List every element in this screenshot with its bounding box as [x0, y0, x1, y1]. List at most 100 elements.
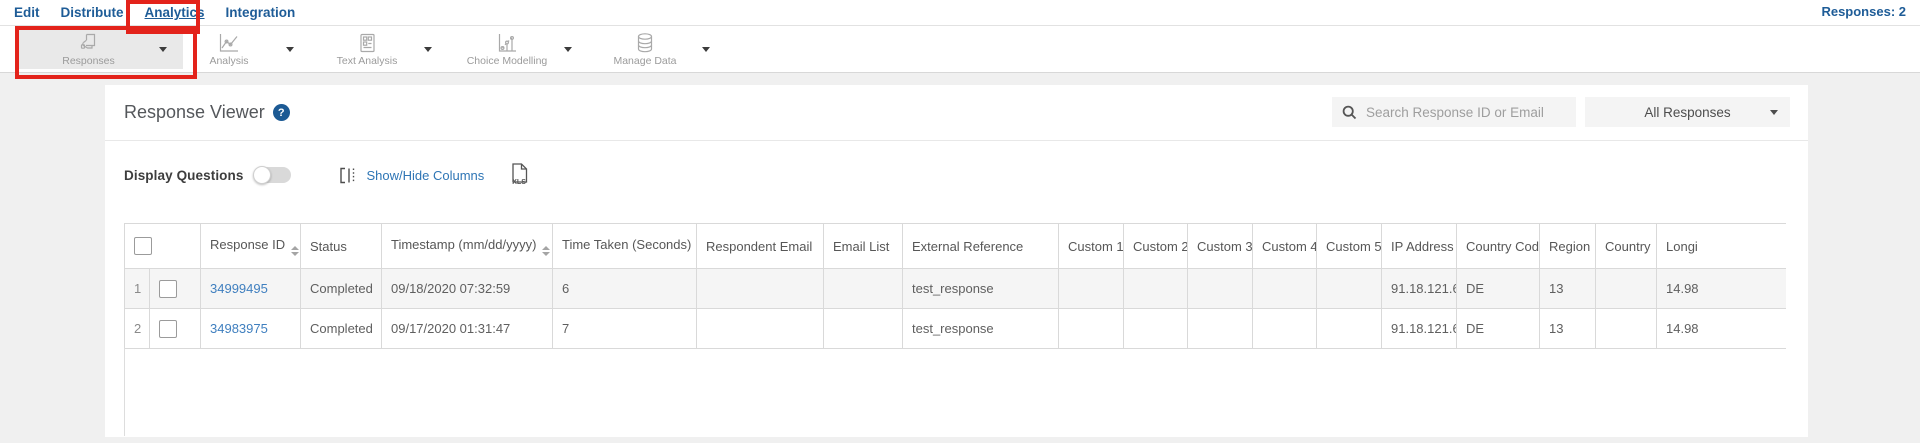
chevron-down-icon[interactable] [159, 47, 167, 52]
table-cell: 34999495 [201, 269, 301, 309]
table-cell [697, 269, 824, 309]
table-cell [1596, 269, 1657, 309]
column-header: Status [301, 224, 382, 269]
search-icon [1342, 105, 1357, 120]
responses-table: Response IDStatusTimestamp (mm/dd/yyyy)T… [124, 223, 1786, 349]
table-left-border-extension [124, 348, 125, 436]
select-all-cell [125, 224, 201, 269]
table-cell: test_response [903, 309, 1059, 349]
table-cell [1059, 269, 1124, 309]
table-cell [1188, 269, 1253, 309]
table-row: 1 34999495 Completed09/18/2020 07:32:596 te… [125, 269, 1787, 309]
column-header: Custom 2 [1124, 224, 1188, 269]
card-header: Response Viewer ? All Responses [105, 85, 1808, 141]
column-header: Region [1540, 224, 1596, 269]
manage-data-icon [634, 32, 656, 54]
show-hide-columns-label: Show/Hide Columns [366, 168, 484, 183]
column-header: IP Address [1382, 224, 1457, 269]
table-cell [1317, 309, 1382, 349]
row-number: 1 [125, 269, 150, 309]
response-id-link[interactable]: 34999495 [210, 281, 268, 296]
table-cell [1059, 309, 1124, 349]
table-row: 234983975Completed09/17/2020 01:31:477te… [125, 309, 1787, 349]
table-cell: DE [1457, 309, 1540, 349]
toolbar-button-label: Analysis [209, 55, 248, 67]
column-header: Country [1596, 224, 1657, 269]
column-header[interactable]: Timestamp (mm/dd/yyyy) [382, 224, 553, 269]
nav-tab-edit[interactable]: Edit [14, 5, 40, 20]
responses-count-label: Responses: 2 [1821, 4, 1906, 19]
toolbar-button-text-analysis[interactable]: Text Analysis [310, 29, 448, 69]
table-cell: 14.98 [1657, 269, 1787, 309]
toolbar-button-responses[interactable]: Responses [18, 29, 183, 69]
analysis-icon [217, 32, 241, 54]
toolbar-button-manage-data[interactable]: Manage Data [588, 29, 726, 69]
analytics-toolbar: Responses Analysis [0, 26, 1920, 73]
sort-icon [291, 246, 299, 256]
display-questions-label: Display Questions [124, 168, 243, 183]
toolbar-button-label: Text Analysis [337, 55, 398, 67]
top-navigation: Edit Distribute Analytics Integration Re… [0, 0, 1920, 26]
nav-tab-integration[interactable]: Integration [226, 5, 296, 20]
response-viewer-card: Response Viewer ? All Responses Display … [105, 85, 1808, 437]
table-cell: test_response [903, 269, 1059, 309]
table-cell: 7 [553, 309, 697, 349]
table-cell [1124, 269, 1188, 309]
row-checkbox-cell [150, 309, 201, 349]
table-cell [824, 309, 903, 349]
responses-icon [77, 32, 101, 54]
toolbar-button-label: Manage Data [613, 55, 676, 67]
show-hide-columns-button[interactable]: Show/Hide Columns [339, 167, 484, 184]
table-cell [1124, 309, 1188, 349]
row-checkbox[interactable] [159, 280, 177, 298]
toolbar-button-analysis[interactable]: Analysis [172, 29, 310, 69]
search-input[interactable] [1364, 104, 1576, 121]
column-header: Custom 1 [1059, 224, 1124, 269]
table-cell: 13 [1540, 309, 1596, 349]
table-cell: 13 [1540, 269, 1596, 309]
table-cell: 6 [553, 269, 697, 309]
row-checkbox[interactable] [159, 320, 177, 338]
chevron-down-icon[interactable] [286, 47, 294, 52]
display-questions-toggle[interactable] [255, 167, 291, 183]
column-header[interactable]: Time Taken (Seconds) [553, 224, 697, 269]
chevron-down-icon[interactable] [702, 47, 710, 52]
column-header: Custom 3 [1188, 224, 1253, 269]
table-controls: Display Questions Show/Hide Columns XLS [124, 157, 529, 193]
table-cell: 09/18/2020 07:32:59 [382, 269, 553, 309]
column-header: External Reference [903, 224, 1059, 269]
table-cell [1317, 269, 1382, 309]
table-cell [1253, 309, 1317, 349]
sort-icon [542, 246, 550, 256]
page-title: Response Viewer [124, 102, 265, 123]
columns-icon [339, 167, 358, 184]
text-analysis-icon [356, 32, 378, 54]
filter-selected-label: All Responses [1644, 105, 1730, 120]
table-cell: Completed [301, 269, 382, 309]
nav-tab-analytics[interactable]: Analytics [145, 5, 205, 20]
search-box [1332, 97, 1576, 127]
help-icon[interactable]: ? [273, 104, 290, 121]
column-header: Email List [824, 224, 903, 269]
table-cell: 09/17/2020 01:31:47 [382, 309, 553, 349]
select-all-checkbox[interactable] [134, 237, 152, 255]
table-cell: 14.98 [1657, 309, 1787, 349]
table-cell [1253, 269, 1317, 309]
chevron-down-icon[interactable] [564, 47, 572, 52]
export-xls-button[interactable]: XLS [511, 163, 529, 188]
toggle-knob [253, 166, 271, 184]
column-header: Respondent Email [697, 224, 824, 269]
responses-filter-dropdown[interactable]: All Responses [1585, 97, 1790, 127]
toolbar-button-choice-modelling[interactable]: Choice Modelling [450, 29, 588, 69]
chevron-down-icon[interactable] [424, 47, 432, 52]
table-cell: 34983975 [201, 309, 301, 349]
choice-modelling-icon [495, 32, 519, 54]
response-id-link[interactable]: 34983975 [210, 321, 268, 336]
chevron-down-icon [1770, 110, 1778, 115]
nav-tab-distribute[interactable]: Distribute [61, 5, 124, 20]
column-header: Longi [1657, 224, 1787, 269]
table-cell: DE [1457, 269, 1540, 309]
table-cell: 91.18.121.6 [1382, 269, 1457, 309]
column-header[interactable]: Response ID [201, 224, 301, 269]
xls-label: XLS [512, 179, 526, 186]
